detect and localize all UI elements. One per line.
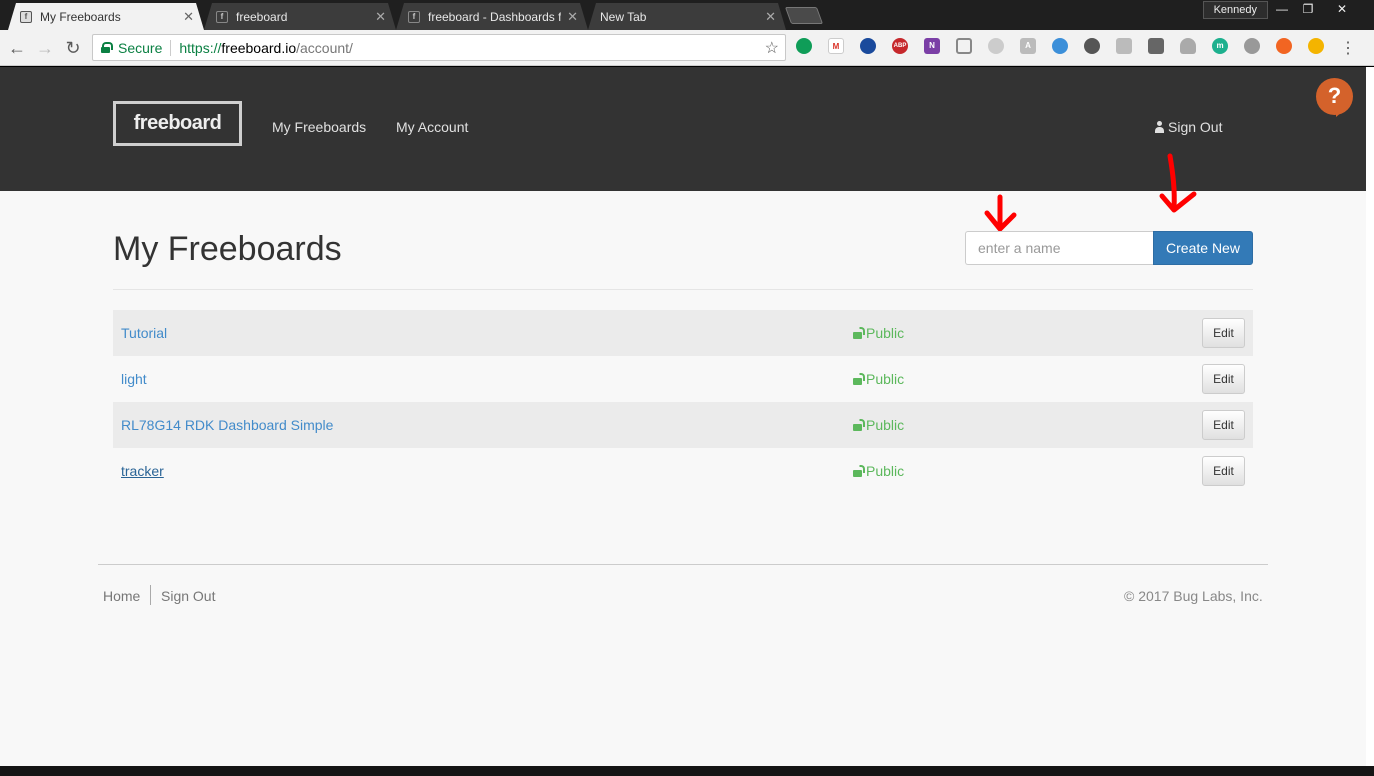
board-link[interactable]: tracker: [121, 463, 164, 479]
address-separator: [170, 39, 172, 56]
sync-extension-icon[interactable]: [1308, 38, 1324, 54]
visibility-status: Public: [853, 371, 904, 387]
board-link[interactable]: Tutorial: [121, 325, 167, 341]
lock-icon: [101, 42, 113, 53]
screen-cast-icon[interactable]: [956, 38, 972, 54]
create-new-button[interactable]: Create New: [1153, 231, 1253, 265]
browser-tab-my-freeboards[interactable]: f My Freeboards ✕: [8, 3, 204, 30]
table-row: RL78G14 RDK Dashboard Simple Public Edit: [113, 402, 1253, 448]
profile-button[interactable]: Kennedy: [1202, 1, 1268, 19]
visibility-status: Public: [853, 325, 904, 341]
reload-icon[interactable]: ↻: [62, 37, 84, 59]
angular-extension-icon[interactable]: A: [1020, 38, 1036, 54]
bookmark-star-icon[interactable]: ☆: [765, 38, 779, 58]
table-row: tracker Public Edit: [113, 448, 1253, 494]
edit-button[interactable]: Edit: [1202, 318, 1245, 348]
visibility-status: Public: [853, 417, 904, 433]
tab-label: freeboard: [236, 9, 288, 24]
edit-button[interactable]: Edit: [1202, 456, 1245, 486]
boards-table: Tutorial Public Edit light Public Edit R…: [113, 310, 1253, 494]
visibility-status: Public: [853, 463, 904, 479]
evernote-icon[interactable]: [1084, 38, 1100, 54]
extensions-bar: M ABP N A m: [796, 38, 1340, 54]
browser-tab-new-tab[interactable]: New Tab ✕: [588, 3, 786, 30]
visibility-label: Public: [866, 371, 905, 387]
tab-label: freeboard - Dashboards f: [428, 9, 562, 24]
unlock-icon: [853, 327, 863, 339]
edit-button[interactable]: Edit: [1202, 410, 1245, 440]
url-host: freeboard.io: [221, 39, 297, 56]
footer-separator: [150, 585, 151, 605]
title-divider: [113, 289, 1253, 290]
unlock-icon: [853, 465, 863, 477]
url-scheme: https://: [179, 39, 222, 56]
chat-extension-icon[interactable]: [1052, 38, 1068, 54]
close-icon[interactable]: ✕: [375, 9, 386, 25]
visibility-label: Public: [866, 463, 905, 479]
copyright-text: © 2017 Bug Labs, Inc.: [1124, 588, 1263, 604]
orange-extension-icon[interactable]: [1276, 38, 1292, 54]
nav-my-freeboards[interactable]: My Freeboards: [272, 119, 366, 135]
browser-tabstrip: f My Freeboards ✕ f freeboard ✕ f freebo…: [0, 0, 1374, 30]
nav-my-account[interactable]: My Account: [396, 119, 468, 135]
footer-home-link[interactable]: Home: [103, 588, 140, 604]
unlock-icon: [853, 373, 863, 385]
cloud-extension-icon[interactable]: [1180, 38, 1196, 54]
lightbulb-extension-icon[interactable]: [1148, 38, 1164, 54]
new-tab-button[interactable]: [784, 7, 824, 24]
board-name-input[interactable]: [965, 231, 1154, 265]
footer-divider: [98, 564, 1268, 565]
window-close-icon[interactable]: ✕: [1328, 0, 1356, 18]
tab-label: My Freeboards: [40, 9, 121, 24]
address-bar[interactable]: Secure https:// freeboard.io /account/ ☆: [92, 34, 786, 61]
m-extension-icon[interactable]: m: [1212, 38, 1228, 54]
board-link[interactable]: light: [121, 371, 147, 387]
url-path: /account/: [296, 39, 353, 56]
freeboard-favicon-icon: f: [216, 11, 228, 23]
checker-extension-icon[interactable]: [860, 38, 876, 54]
page-side-strip: [1366, 67, 1374, 766]
visibility-label: Public: [866, 417, 905, 433]
shield-extension-icon[interactable]: [1244, 38, 1260, 54]
annotation-arrow-icon: [1159, 153, 1197, 213]
restore-icon[interactable]: ❐: [1294, 0, 1322, 18]
board-link[interactable]: RL78G14 RDK Dashboard Simple: [121, 417, 333, 433]
hangouts-extension-icon[interactable]: [796, 38, 812, 54]
chrome-menu-icon[interactable]: ⋮: [1340, 38, 1356, 58]
adblock-plus-icon[interactable]: ABP: [892, 38, 908, 54]
browser-tab-freeboard[interactable]: f freeboard ✕: [204, 3, 396, 30]
back-icon[interactable]: ←: [6, 37, 28, 59]
gmail-extension-icon[interactable]: M: [828, 38, 844, 54]
tab-label: New Tab: [600, 9, 647, 24]
share-extension-icon[interactable]: [1116, 38, 1132, 54]
help-question-icon[interactable]: ?: [1316, 78, 1353, 117]
close-icon[interactable]: ✕: [765, 9, 776, 25]
table-row: light Public Edit: [113, 356, 1253, 402]
unlock-icon: [853, 419, 863, 431]
freeboard-logo[interactable]: freeboard: [113, 101, 242, 146]
close-icon[interactable]: ✕: [567, 9, 578, 25]
freeboard-favicon-icon: f: [20, 11, 32, 23]
browser-tab-freeboard-dashboards[interactable]: f freeboard - Dashboards f ✕: [396, 3, 588, 30]
table-row: Tutorial Public Edit: [113, 310, 1253, 356]
footer-sign-out-link[interactable]: Sign Out: [161, 588, 215, 604]
freeboard-favicon-icon: f: [408, 11, 420, 23]
security-label: Secure: [118, 39, 163, 56]
close-icon[interactable]: ✕: [183, 9, 194, 25]
onenote-clipper-icon[interactable]: N: [924, 38, 940, 54]
forward-icon[interactable]: →: [34, 37, 56, 59]
taskbar-edge: [0, 766, 1374, 776]
edit-button[interactable]: Edit: [1202, 364, 1245, 394]
gear-extension-icon[interactable]: [988, 38, 1004, 54]
sign-out-label: Sign Out: [1168, 119, 1223, 135]
visibility-label: Public: [866, 325, 905, 341]
page-viewport: freeboard My Freeboards My Account Sign …: [0, 67, 1366, 766]
page-title: My Freeboards: [113, 230, 342, 268]
user-icon: [1154, 121, 1165, 133]
minimize-icon[interactable]: —: [1268, 0, 1296, 18]
header-sign-out-link[interactable]: Sign Out: [1154, 119, 1222, 135]
browser-toolbar: ← → ↻ Secure https:// freeboard.io /acco…: [0, 30, 1374, 66]
